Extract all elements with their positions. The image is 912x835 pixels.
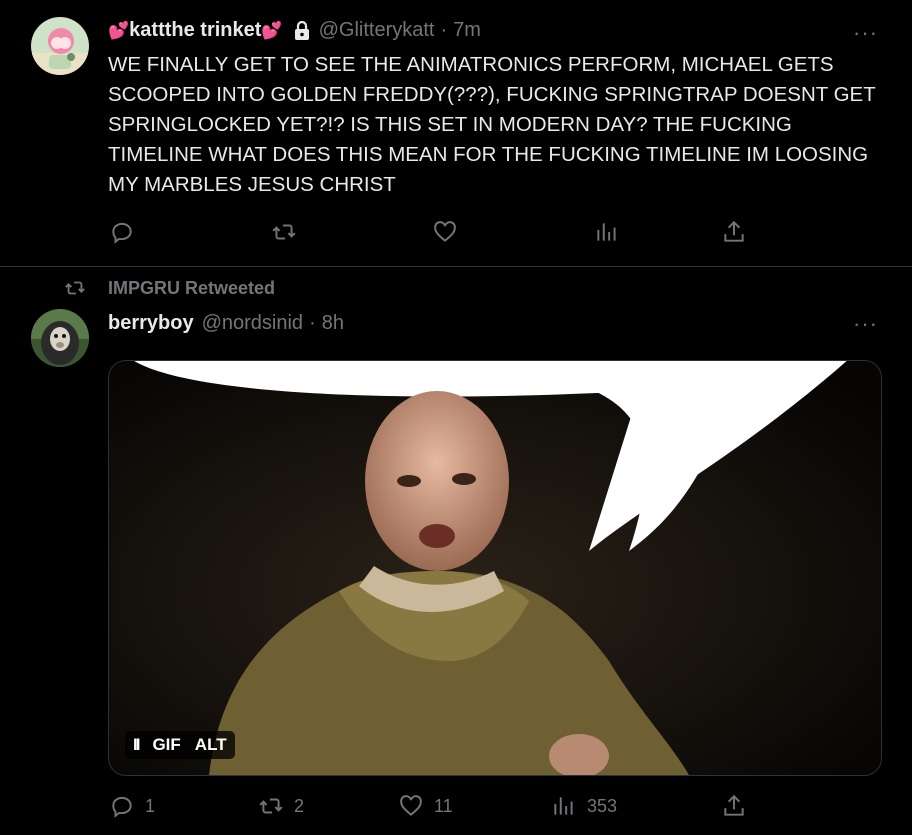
retweet-context[interactable]: IMPGRU Retweeted	[64, 277, 275, 299]
like-button[interactable]	[432, 219, 458, 245]
media-badges: II GIF ALT	[125, 731, 241, 759]
handle[interactable]: @nordsinid	[202, 312, 303, 335]
retweet-icon	[272, 224, 296, 240]
retweeted-by-label: IMPGRU Retweeted	[108, 277, 276, 298]
retweet-count: 2	[294, 795, 305, 816]
timestamp[interactable]: 8h	[322, 312, 344, 335]
retweet-button[interactable]: 2	[258, 793, 304, 819]
tweet-2[interactable]: IMPGRU Retweeted berryboy @nordsinid · 8…	[0, 267, 912, 835]
views-icon	[597, 223, 616, 241]
handle[interactable]: @Glitterykatt	[319, 19, 435, 42]
views-button[interactable]	[594, 219, 620, 245]
action-bar	[0, 219, 912, 249]
heart-decoration: 💕	[108, 20, 130, 40]
reply-icon	[112, 222, 132, 244]
display-name[interactable]: kattthe trinket	[129, 19, 261, 42]
tweet-header: berryboy @nordsinid · 8h	[108, 312, 344, 335]
like-button[interactable]: 11	[398, 793, 453, 819]
separator: ·	[309, 312, 316, 334]
views-icon	[554, 797, 573, 815]
gif-frame	[109, 361, 881, 775]
views-count: 353	[587, 795, 618, 816]
heart-decoration: 💕	[261, 20, 283, 40]
gif-label: GIF	[152, 735, 181, 754]
avatar[interactable]	[31, 309, 89, 367]
reply-button[interactable]: 1	[109, 793, 155, 819]
retweet-icon	[65, 281, 85, 295]
avatar[interactable]	[31, 17, 89, 75]
share-button[interactable]	[721, 219, 747, 245]
reply-button[interactable]	[109, 219, 135, 245]
timestamp[interactable]: 7m	[453, 19, 481, 42]
more-options-icon[interactable]: ···	[853, 313, 878, 335]
action-bar: 1 2 11 353	[0, 793, 912, 823]
tweet-text: WE FINALLY GET TO SEE THE ANIMATRONICS P…	[108, 53, 876, 196]
alt-label[interactable]: ALT	[195, 735, 227, 755]
share-button[interactable]	[721, 793, 747, 819]
views-button[interactable]: 353	[551, 793, 617, 819]
tweet-header: 💕 kattthe trinket 💕 @Glitterykatt · 7m	[108, 19, 481, 42]
more-options-icon[interactable]: ···	[853, 22, 878, 44]
reply-count: 1	[145, 795, 156, 816]
display-name[interactable]: berryboy	[108, 312, 194, 335]
gif-media[interactable]: II GIF ALT	[108, 360, 882, 776]
lock-icon	[293, 20, 311, 41]
like-icon	[434, 221, 456, 242]
pause-icon[interactable]: II	[133, 735, 141, 755]
share-icon	[724, 794, 744, 816]
retweet-icon	[259, 798, 283, 814]
like-count: 11	[434, 795, 453, 816]
separator: ·	[440, 19, 448, 41]
share-icon	[724, 220, 744, 242]
reply-icon	[112, 796, 132, 818]
tweet-1[interactable]: 💕 kattthe trinket 💕 @Glitterykatt · 7m ·…	[0, 0, 912, 267]
gif-badge[interactable]: II GIF ALT	[125, 731, 235, 759]
like-icon	[400, 795, 422, 816]
retweet-button[interactable]	[271, 219, 297, 245]
